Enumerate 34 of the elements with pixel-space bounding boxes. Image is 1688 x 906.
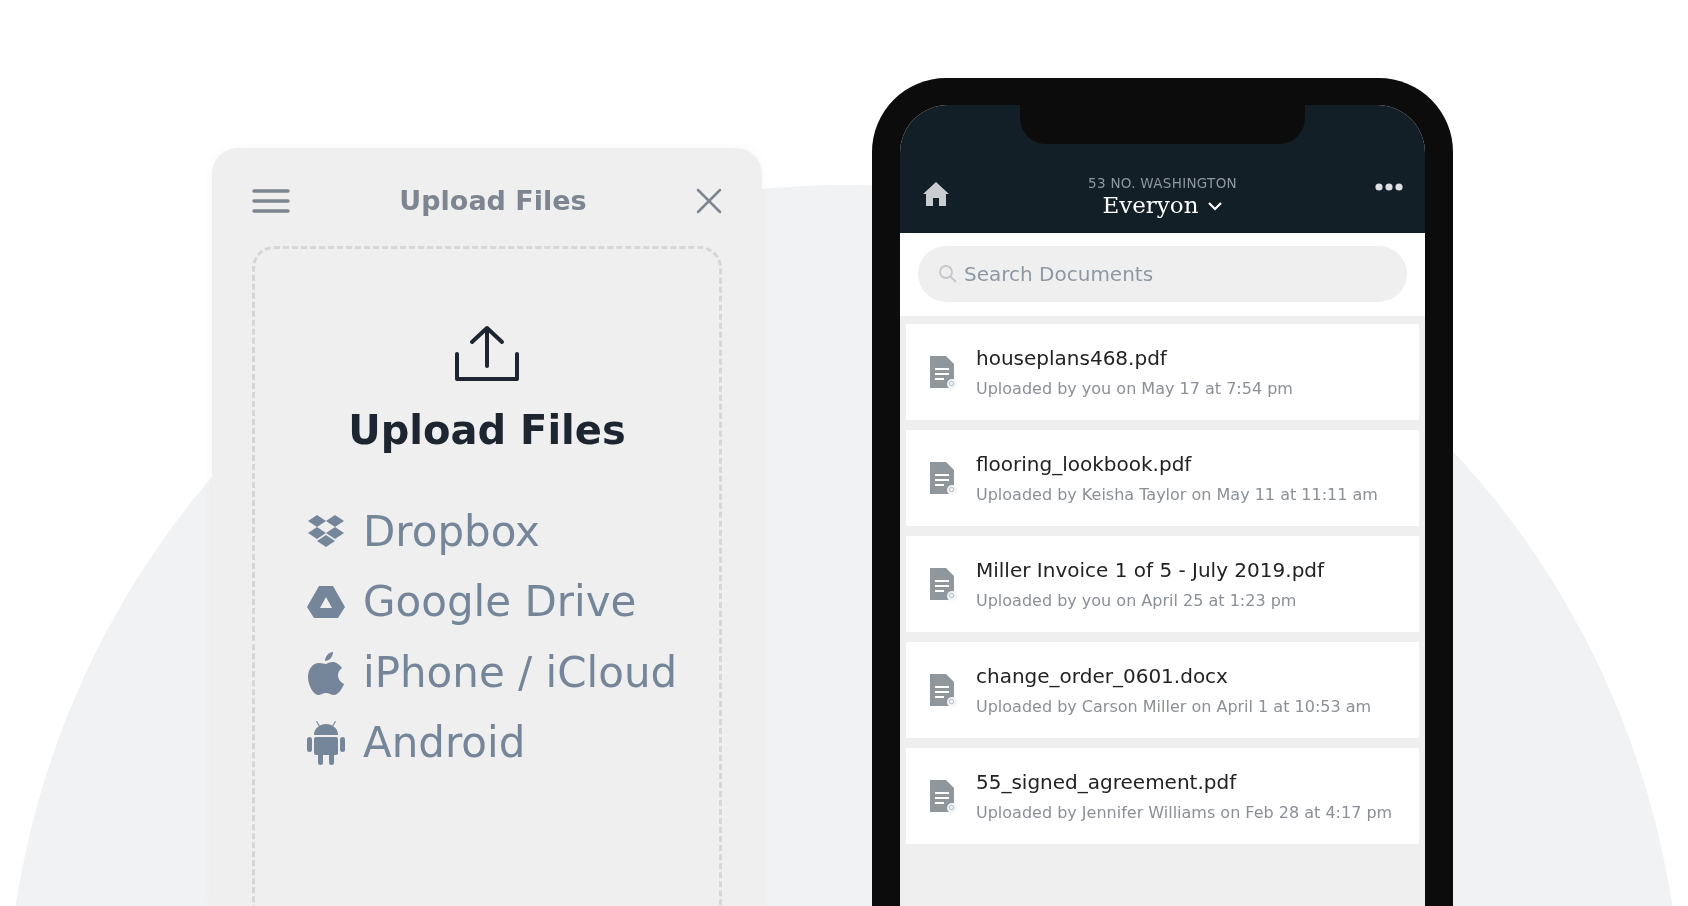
upload-icon xyxy=(454,324,520,382)
project-selector[interactable]: Everyon xyxy=(1102,193,1199,219)
document-name: 55_signed_agreement.pdf xyxy=(976,769,1238,796)
document-icon xyxy=(928,354,958,390)
document-name: change_order_0601.docx xyxy=(976,663,1229,690)
android-icon xyxy=(306,720,346,767)
menu-icon[interactable] xyxy=(252,188,290,214)
drop-zone-heading: Upload Files xyxy=(348,406,626,455)
upload-info: Uploaded by you on April 25 at 1:23 pm xyxy=(976,590,1298,612)
upload-info: Uploaded by Jennifer Williams on Feb 28 at 4:17 pm xyxy=(976,802,1393,824)
upload-info: Uploaded by Carson Miller on April 1 at 10:53 am xyxy=(976,696,1372,718)
home-icon[interactable] xyxy=(922,181,950,207)
search-field[interactable]: Search Documents xyxy=(918,246,1407,302)
document-icon xyxy=(928,460,958,496)
document-card[interactable]: 55_signed_agreement.pdf Uploaded by Jennifer Williams on Feb 28 at 4:17 pm xyxy=(906,748,1419,844)
document-name: flooring_lookbook.pdf xyxy=(976,451,1193,478)
apple-icon xyxy=(307,649,345,696)
document-name: Miller Invoice 1 of 5 - July 2019.pdf xyxy=(976,557,1325,584)
panel-title: Upload Files xyxy=(399,183,587,218)
chevron-down-icon[interactable] xyxy=(1206,200,1223,211)
upload-info: Uploaded by Keisha Taylor on May 11 at 11:11 am xyxy=(976,484,1378,506)
document-icon xyxy=(928,672,958,708)
document-card[interactable]: flooring_lookbook.pdf Uploaded by Keisha Taylor on May 11 at 11:11 am xyxy=(906,430,1419,526)
upload-info: Uploaded by you on May 17 at 7:54 pm xyxy=(976,378,1293,400)
document-card[interactable]: Miller Invoice 1 of 5 - July 2019.pdf Uploaded by you on April 25 at 1:23 pm xyxy=(906,536,1419,632)
document-icon xyxy=(928,566,958,602)
project-address: 53 NO. WASHINGTON xyxy=(1088,174,1237,193)
document-name: houseplans468.pdf xyxy=(976,345,1169,372)
close-icon[interactable] xyxy=(696,188,722,214)
more-icon[interactable] xyxy=(1375,183,1403,191)
document-card[interactable]: houseplans468.pdf Uploaded by you on May 17 at 7:54 pm xyxy=(906,324,1419,420)
document-icon xyxy=(928,778,958,814)
document-card[interactable]: change_order_0601.docx Uploaded by Carson Miller on April 1 at 10:53 am xyxy=(906,642,1419,738)
drive-icon xyxy=(306,585,346,620)
